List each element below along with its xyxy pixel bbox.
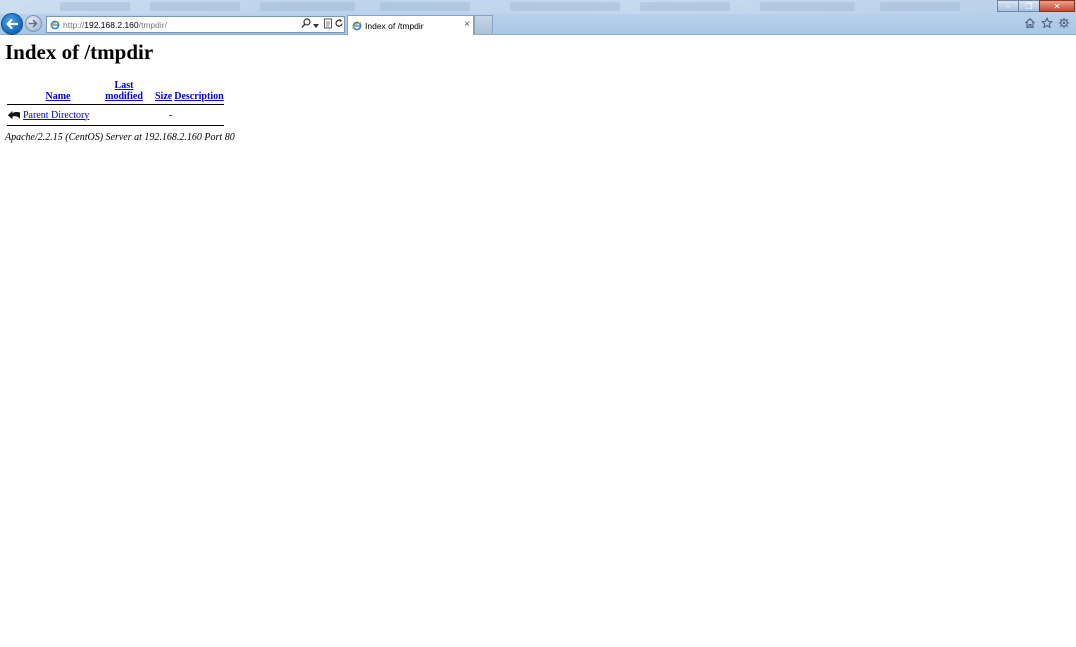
- home-icon[interactable]: [1024, 17, 1036, 29]
- refresh-icon[interactable]: [334, 18, 344, 31]
- dropdown-icon[interactable]: [313, 21, 319, 31]
- tab-close-button[interactable]: ×: [464, 19, 470, 30]
- icon-column-header: [7, 80, 21, 102]
- favorites-star-icon[interactable]: [1041, 17, 1053, 29]
- back-arrow-icon: [7, 110, 20, 119]
- horizontal-rule: [7, 104, 224, 105]
- window-controls: – ❐ ✕: [997, 0, 1075, 12]
- horizontal-rule: [7, 125, 224, 126]
- last-modified-column-header: Last modified: [95, 80, 153, 102]
- header-rule: [7, 103, 224, 106]
- taskbar-blurred: [0, 0, 1076, 14]
- url-protocol: http://: [63, 19, 85, 30]
- parent-directory-link[interactable]: Parent Directory: [23, 110, 89, 121]
- page-content: Index of /tmpdir Name Last modified Size…: [5, 40, 235, 143]
- description-column-header: Description: [174, 80, 223, 102]
- row-icon-cell: [7, 107, 21, 123]
- footer-rule: [7, 124, 224, 127]
- sort-by-size-link[interactable]: Size: [155, 91, 172, 102]
- compat-view-icon[interactable]: [323, 18, 333, 31]
- size-column-header: Size: [155, 80, 172, 102]
- tab-index-of-tmpdir[interactable]: Index of /tmpdir ×: [347, 15, 474, 35]
- url-host: 192.168.2.160: [84, 19, 139, 30]
- command-icons: [1024, 17, 1070, 29]
- row-last-modified-cell: [95, 107, 153, 123]
- back-button[interactable]: [1, 13, 23, 35]
- sort-by-last-modified-link[interactable]: Last modified: [105, 80, 143, 102]
- directory-listing-table: Name Last modified Size Description Pare…: [5, 79, 226, 128]
- sort-by-name-link[interactable]: Name: [46, 91, 71, 102]
- ie-favicon-icon: [352, 21, 362, 30]
- name-column-header: Name: [23, 80, 93, 102]
- forward-arrow-icon: [28, 19, 38, 28]
- forward-button[interactable]: [25, 15, 42, 32]
- tab-title: Index of /tmpdir: [365, 20, 424, 31]
- url-path: /tmpdir/: [138, 19, 167, 30]
- new-tab-button[interactable]: [474, 15, 493, 34]
- server-signature: Apache/2.2.15 (CentOS) Server at 192.168…: [5, 132, 235, 143]
- back-arrow-icon: [6, 18, 19, 30]
- address-bar[interactable]: http://192.168.2.160/tmpdir/: [46, 16, 345, 33]
- search-icon[interactable]: [301, 18, 311, 31]
- window-close-button[interactable]: ✕: [1039, 0, 1075, 12]
- settings-gear-icon[interactable]: [1058, 17, 1070, 29]
- table-row: Parent Directory -: [7, 107, 224, 123]
- browser-chrome: http://192.168.2.160/tmpdir/ Index of /t…: [0, 0, 1076, 35]
- minimize-button[interactable]: –: [997, 0, 1019, 12]
- sort-by-description-link[interactable]: Description: [174, 91, 223, 102]
- table-header-row: Name Last modified Size Description: [7, 80, 224, 102]
- ie-favicon-icon: [50, 20, 60, 29]
- restore-button[interactable]: ❐: [1018, 0, 1040, 12]
- row-size-cell: -: [168, 109, 173, 121]
- row-description-cell: [174, 107, 223, 123]
- page-title: Index of /tmpdir: [5, 40, 154, 64]
- row-name-cell: Parent Directory: [23, 107, 93, 123]
